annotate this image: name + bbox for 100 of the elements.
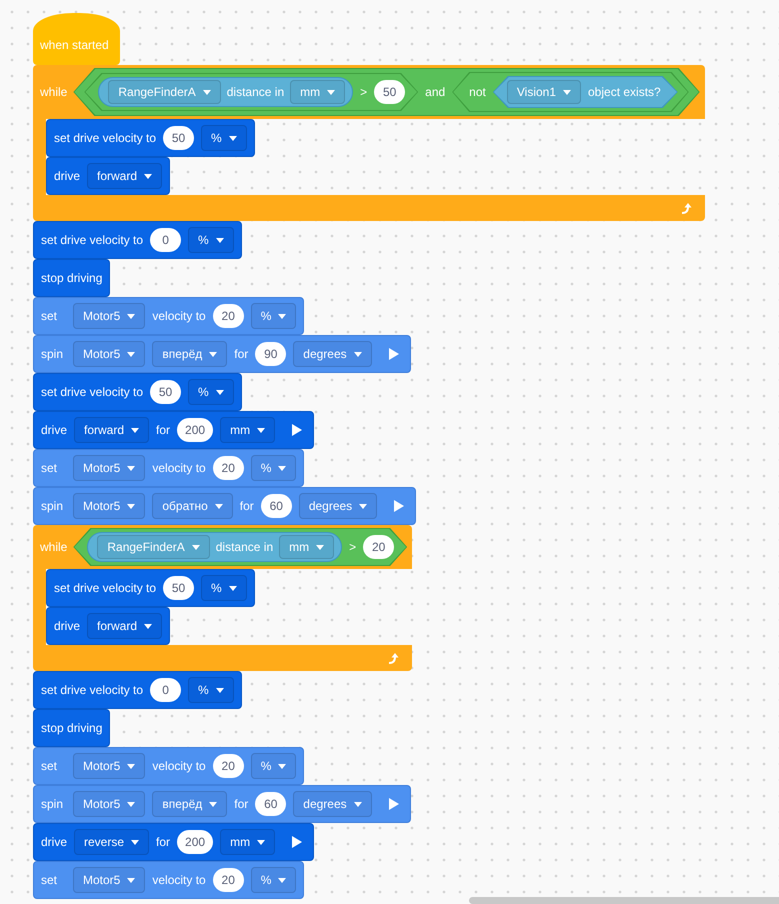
dropdown[interactable]: mm	[220, 829, 276, 855]
block-label: stop driving	[41, 721, 102, 735]
number-field[interactable]: 60	[260, 494, 292, 518]
number-field[interactable]: 20	[212, 868, 244, 892]
caret-down-icon	[354, 352, 362, 356]
code-block[interactable]: drive forward for 200 mm	[33, 411, 314, 449]
code-block[interactable]: set drive velocity to 50 %	[33, 373, 242, 411]
dropdown[interactable]: forward	[87, 163, 162, 189]
number-field[interactable]: 20	[212, 754, 244, 778]
play-icon[interactable]	[394, 500, 404, 512]
caret-down-icon	[127, 802, 136, 806]
caret-down-icon	[144, 624, 152, 628]
block-label: while	[40, 85, 68, 99]
dropdown[interactable]: forward	[74, 417, 150, 443]
dropdown[interactable]: %	[188, 379, 234, 405]
code-block[interactable]: set Motor5 velocity to 20 %	[33, 861, 304, 899]
caret-down-icon	[131, 840, 140, 844]
dropdown[interactable]: Motor5	[73, 493, 146, 519]
number-field[interactable]: 200	[177, 830, 214, 854]
number-field[interactable]: 0	[150, 678, 182, 702]
number-field[interactable]: 50	[163, 576, 194, 600]
dropdown[interactable]: вперёд	[152, 341, 228, 367]
block-label: stop driving	[41, 271, 102, 285]
block-label: set	[41, 873, 58, 887]
play-icon[interactable]	[292, 836, 302, 848]
caret-down-icon	[127, 504, 136, 508]
dropdown[interactable]: Motor5	[73, 341, 146, 367]
code-block[interactable]: stop driving	[33, 259, 110, 297]
block-label: distance in	[226, 85, 284, 99]
dropdown[interactable]: %	[250, 303, 296, 329]
dropdown[interactable]: %	[188, 227, 234, 253]
number-field[interactable]: 20	[363, 535, 394, 559]
dropdown[interactable]: %	[250, 753, 296, 779]
block-label: set	[41, 309, 58, 323]
play-icon[interactable]	[388, 798, 399, 810]
dropdown[interactable]: %	[201, 575, 247, 601]
dropdown[interactable]: %	[201, 125, 247, 151]
caret-down-icon	[563, 90, 571, 94]
code-block[interactable]: set drive velocity to 50 %	[46, 119, 255, 157]
number-field[interactable]: 50	[374, 80, 406, 104]
comparison-block[interactable]: RangeFinderA distance in mm > 20	[73, 528, 408, 566]
number-field[interactable]: 0	[150, 228, 182, 252]
dropdown[interactable]: Motor5	[73, 455, 146, 481]
code-block[interactable]: drive forward	[46, 607, 170, 645]
block-label: set drive velocity to	[41, 683, 144, 697]
while-loop-block[interactable]: while RangeFinderA distance in mm > 20 set drive velocity to 50 % drive forward	[33, 525, 412, 671]
dropdown[interactable]: %	[250, 455, 296, 481]
dropdown[interactable]: Motor5	[73, 791, 146, 817]
comparison-block[interactable]: RangeFinderA distance in mm > 50	[84, 73, 418, 111]
loop-arrow-icon	[680, 202, 693, 214]
number-field[interactable]: 90	[255, 342, 286, 366]
block-label: drive	[54, 169, 80, 183]
code-block[interactable]: drive forward	[46, 157, 170, 195]
dropdown[interactable]: вперёд	[152, 791, 228, 817]
code-block[interactable]: set Motor5 velocity to 20 %	[33, 449, 304, 487]
dropdown[interactable]: Motor5	[73, 867, 146, 893]
number-field[interactable]: 200	[177, 418, 214, 442]
loop-arrow-icon	[388, 652, 400, 664]
block-label: drive	[41, 835, 68, 849]
code-block[interactable]: set drive velocity to 0 %	[33, 671, 242, 709]
dropdown[interactable]: %	[250, 867, 296, 893]
number-field[interactable]: 50	[163, 126, 194, 150]
number-field[interactable]: 50	[150, 380, 182, 404]
block-label: when started	[40, 38, 109, 52]
dropdown[interactable]: обратно	[152, 493, 233, 519]
dropdown[interactable]: reverse	[74, 829, 150, 855]
play-icon[interactable]	[388, 348, 399, 360]
dropdown[interactable]: Motor5	[73, 303, 146, 329]
number-field[interactable]: 20	[212, 304, 244, 328]
number-field[interactable]: 60	[255, 792, 286, 816]
block-label: distance in	[216, 540, 274, 554]
dropdown[interactable]: degrees	[298, 493, 378, 519]
caret-down-icon	[144, 174, 152, 178]
block-label: velocity to	[152, 759, 206, 773]
dropdown[interactable]: mm	[220, 417, 276, 443]
play-icon[interactable]	[292, 424, 302, 436]
while-loop-block[interactable]: while RangeFinderA distance in mm > 50 and not Vision1 object exists? set drive velocity to 50 % drive forward	[33, 65, 705, 221]
block-label: spin	[41, 499, 64, 513]
code-block[interactable]: spin Motor5 вперёд for 90 degrees	[33, 335, 411, 373]
code-block[interactable]: spin Motor5 вперёд for 60 degrees	[33, 785, 411, 823]
code-block[interactable]: set Motor5 velocity to 20 %	[33, 747, 304, 785]
dropdown[interactable]: degrees	[293, 791, 372, 817]
dropdown[interactable]: forward	[87, 613, 162, 639]
block-label: for	[156, 423, 170, 437]
code-block[interactable]: set drive velocity to 0 %	[33, 221, 242, 259]
code-block[interactable]: set Motor5 velocity to 20 %	[33, 297, 304, 335]
caret-down-icon	[209, 802, 218, 806]
dropdown[interactable]: degrees	[293, 341, 372, 367]
code-block[interactable]: stop driving	[33, 709, 110, 747]
code-block[interactable]: set drive velocity to 50 %	[46, 569, 255, 607]
scrollbar-thumb[interactable]	[469, 897, 779, 904]
code-block[interactable]: drive reverse for 200 mm	[33, 823, 314, 861]
code-block[interactable]: spin Motor5 обратно for 60 degrees	[33, 487, 416, 525]
block-label: not	[469, 85, 486, 99]
dropdown[interactable]: %	[188, 677, 234, 703]
caret-down-icon	[354, 802, 362, 806]
caret-down-icon	[278, 466, 286, 470]
and-block[interactable]: RangeFinderA distance in mm > 50 and not Vision1 object exists?	[73, 68, 700, 116]
number-field[interactable]: 20	[212, 456, 244, 480]
dropdown[interactable]: Motor5	[73, 753, 146, 779]
